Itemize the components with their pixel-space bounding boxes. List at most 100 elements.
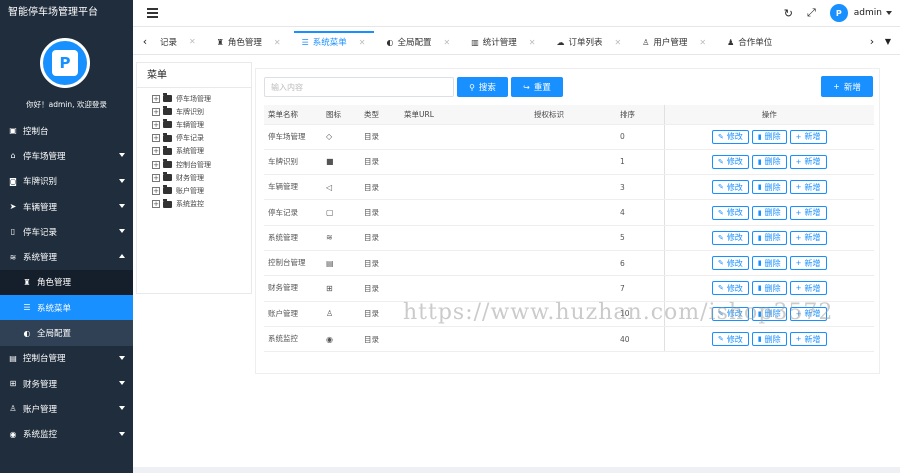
expand-icon[interactable]: + <box>152 160 160 169</box>
cell-icon-text: ■ <box>326 157 334 167</box>
expand-icon[interactable]: + <box>152 120 160 129</box>
refresh-icon[interactable]: ↻ <box>784 7 793 20</box>
sidebar: 智能停车场管理平台 P 你好！admin, 欢迎登录 ▣ 控制台 ⌂ 停车场管理 ◙ 车牌… <box>0 0 133 473</box>
tab-4[interactable]: ▥ 统计管理 ✕ <box>463 32 544 51</box>
delete-button[interactable]: ▮ 删除 <box>751 306 787 321</box>
delete-button[interactable]: ▮ 删除 <box>751 180 787 195</box>
edit-button[interactable]: ✎ 修改 <box>711 332 749 347</box>
delete-button[interactable]: ▮ 删除 <box>751 256 787 271</box>
caret-down-icon[interactable]: ▼ <box>880 27 896 55</box>
add-child-button[interactable]: + 新增 <box>789 256 827 271</box>
edit-button[interactable]: ✎ 修改 <box>711 281 749 296</box>
sidebar-subitem-0[interactable]: ♜ 角色管理 <box>0 269 133 296</box>
chevron-right-icon[interactable]: › <box>864 27 880 55</box>
cell-type: 目录 <box>360 199 400 226</box>
menu-icon: ☰ <box>301 37 309 47</box>
add-child-button[interactable]: + 新增 <box>789 154 827 169</box>
tab-5[interactable]: ☁ 订单列表 ✕ <box>548 32 630 51</box>
menu-table: 菜单名称 图标 类型 菜单URL 授权标识 排序 操作 停车场管理 ◇ 目录 0 ✎ 修改… <box>264 105 874 353</box>
edit-button[interactable]: ✎ 修改 <box>711 154 749 169</box>
sidebar-subitem-2[interactable]: ◐ 全局配置 <box>0 320 133 346</box>
tab-6[interactable]: ♙ 用户管理 ✕ <box>634 32 715 51</box>
cell-actions: ✎ 修改 ▮ 删除 + 新增 <box>663 275 874 302</box>
edit-button[interactable]: ✎ 修改 <box>711 180 749 195</box>
cell-sort: 4 <box>616 199 664 226</box>
col-name: 菜单名称 <box>264 105 322 125</box>
search-input[interactable] <box>264 77 454 97</box>
add-child-button[interactable]: + 新增 <box>789 129 827 144</box>
sidebar-item-1[interactable]: ⌂ 停车场管理 <box>0 143 133 168</box>
sidebar-item-after-0[interactable]: ▤ 控制台管理 <box>0 346 133 371</box>
add-child-button[interactable]: + 新增 <box>789 281 827 296</box>
sidebar-item-after-3[interactable]: ◉ 系统监控 <box>0 422 133 447</box>
tab-label: 订单列表 <box>568 38 603 48</box>
tab-0[interactable]: 记录 ✕ <box>152 31 204 51</box>
expand-icon[interactable]: + <box>152 200 160 209</box>
expand-icon[interactable]: + <box>152 94 160 103</box>
sidebar-subitem-1[interactable]: ☰ 系统菜单 <box>0 295 133 321</box>
tree-node[interactable]: + 控制台管理 <box>152 158 251 171</box>
tree-node[interactable]: + 车牌识别 <box>152 105 251 118</box>
reset-button[interactable]: ↪ 重置 <box>511 77 563 97</box>
tree-node[interactable]: + 系统管理 <box>152 145 251 158</box>
close-icon[interactable]: ✕ <box>615 38 622 47</box>
edit-button[interactable]: ✎ 修改 <box>711 129 749 144</box>
delete-button[interactable]: ▮ 删除 <box>751 154 787 169</box>
expand-icon[interactable]: + <box>152 107 160 116</box>
tab-1[interactable]: ♜ 角色管理 ✕ <box>208 32 289 51</box>
sidebar-item-after-1[interactable]: ⊞ 财务管理 <box>0 371 133 396</box>
table-row: 账户管理 ♙ 目录 10 ✎ 修改 ▮ 删除 + 新增 <box>264 301 874 327</box>
tree-node[interactable]: + 系统监控 <box>152 198 251 211</box>
tab-3[interactable]: ◐ 全局配置 ✕ <box>378 32 459 51</box>
add-child-button[interactable]: + 新增 <box>789 230 827 245</box>
edit-button[interactable]: ✎ 修改 <box>711 256 749 271</box>
delete-button[interactable]: ▮ 删除 <box>751 205 787 220</box>
tree-node[interactable]: + 停车记录 <box>152 132 251 145</box>
sidebar-item-after-2[interactable]: ♙ 账户管理 <box>0 396 133 421</box>
hamburger-icon[interactable] <box>147 8 158 18</box>
delete-button[interactable]: ▮ 删除 <box>751 332 787 347</box>
sidebar-item-3[interactable]: ➤ 车辆管理 <box>0 194 133 219</box>
add-child-button[interactable]: + 新增 <box>789 306 827 321</box>
close-icon[interactable]: ✕ <box>699 38 706 47</box>
tab-2[interactable]: ☰ 系统菜单 ✕ <box>293 31 374 51</box>
close-icon[interactable]: ✕ <box>359 38 366 47</box>
add-button[interactable]: + 新增 <box>821 76 873 97</box>
tree-node[interactable]: + 财务管理 <box>152 171 251 184</box>
header-avatar[interactable]: P <box>829 4 848 22</box>
tree-node[interactable]: + 车辆管理 <box>152 118 251 131</box>
sidebar-item-2[interactable]: ◙ 车牌识别 <box>0 169 133 194</box>
avatar[interactable]: P <box>40 38 90 88</box>
close-icon[interactable]: ✕ <box>444 38 451 47</box>
close-icon[interactable]: ✕ <box>529 38 536 47</box>
edit-button[interactable]: ✎ 修改 <box>711 306 749 321</box>
sidebar-item-5[interactable]: ≋ 系统管理 <box>0 244 133 269</box>
user-menu[interactable]: admin <box>854 8 892 18</box>
close-icon[interactable]: ✕ <box>274 38 281 47</box>
delete-button[interactable]: ▮ 删除 <box>751 230 787 245</box>
add-child-button[interactable]: + 新增 <box>789 180 827 195</box>
add-child-button[interactable]: + 新增 <box>789 332 827 347</box>
cell-name-text: 车牌识别 <box>268 156 298 166</box>
edit-button[interactable]: ✎ 修改 <box>711 205 749 220</box>
cell-perm <box>530 149 616 176</box>
edit-button[interactable]: ✎ 修改 <box>711 230 749 245</box>
expand-icon[interactable]: + <box>152 147 160 156</box>
fullscreen-icon[interactable]: ⤢ <box>807 6 816 20</box>
sidebar-item-4[interactable]: ▯ 停车记录 <box>0 219 133 244</box>
expand-icon[interactable]: + <box>152 134 160 143</box>
sidebar-item-0[interactable]: ▣ 控制台 <box>0 118 133 143</box>
close-icon[interactable]: ✕ <box>189 37 196 46</box>
add-child-button[interactable]: + 新增 <box>789 205 827 220</box>
tree-node[interactable]: + 账户管理 <box>152 184 251 197</box>
cell-name: 系统监控 <box>264 326 322 353</box>
expand-icon[interactable]: + <box>152 173 160 182</box>
tab-7[interactable]: ♟ 合作单位 <box>719 32 781 51</box>
expand-icon[interactable]: + <box>152 186 160 195</box>
delete-button[interactable]: ▮ 删除 <box>751 281 787 296</box>
delete-button[interactable]: ▮ 删除 <box>751 129 787 144</box>
trash-icon: ▮ <box>757 309 762 318</box>
tree-node[interactable]: + 停车场管理 <box>152 92 251 105</box>
search-button[interactable]: ⚲ 搜索 <box>457 77 508 97</box>
chevron-left-icon[interactable]: ‹ <box>137 27 153 55</box>
